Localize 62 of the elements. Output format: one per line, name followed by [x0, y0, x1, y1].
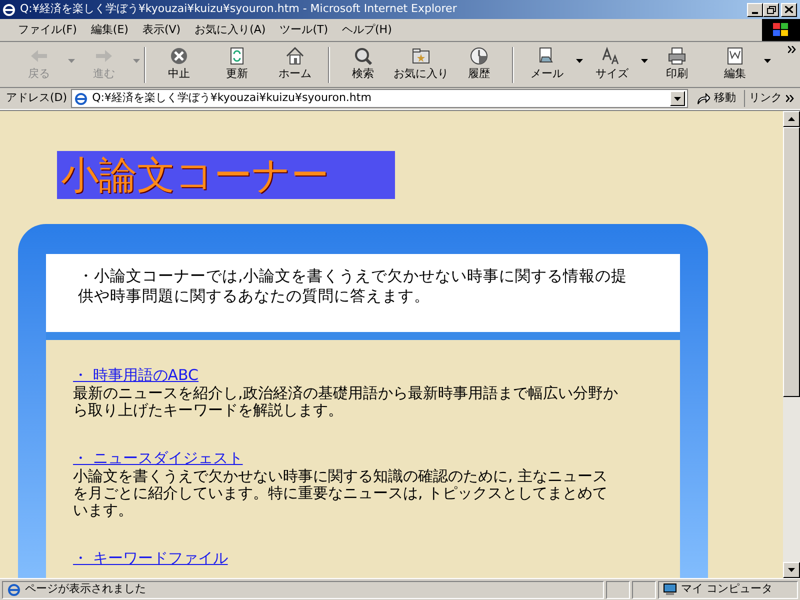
- toolbar-button[interactable]: サイズ: [583, 44, 641, 86]
- menu-item[interactable]: ツール(T): [274, 22, 334, 38]
- scroll-up-button[interactable]: [783, 111, 800, 127]
- close-button[interactable]: [781, 2, 797, 16]
- folder-star-icon: [411, 46, 431, 66]
- scrollbar[interactable]: [783, 111, 800, 578]
- toolbar-button[interactable]: 編集: [706, 44, 764, 86]
- menu-item[interactable]: 編集(E): [84, 22, 134, 38]
- window-title: Q:¥経済を楽しく学ぼう¥kyouzai¥kuizu¥syouron.htm - Microsoft Internet Explorer: [20, 1, 458, 18]
- section-description: 最新のニュースを紹介し,政治経済の基礎用語から最新時事用語まで幅広い分野から取り上げたキーワードを解説します。: [73, 385, 618, 419]
- dropdown-caret-icon[interactable]: [576, 58, 583, 62]
- dropdown-caret-icon[interactable]: [641, 58, 648, 62]
- minimize-button[interactable]: [747, 2, 763, 16]
- clock-icon: [469, 46, 489, 66]
- computer-icon: [663, 583, 677, 596]
- zone-text: マイ コンピュータ: [681, 581, 772, 598]
- status-text: ページが表示されました: [25, 581, 146, 598]
- stop-icon: [169, 46, 189, 66]
- up-arrow-icon: [788, 117, 795, 121]
- intro-text: ・小論文コーナーでは,小論文を書くうえで欠かせない時事に関する情報の提供や時事問題に関するあなたの質問に答えます。: [46, 254, 680, 332]
- browser-icon: [2, 2, 16, 16]
- status-pane: [606, 580, 630, 598]
- go-arrow-icon: [696, 92, 710, 104]
- edit-document-icon: [725, 46, 745, 66]
- section-link[interactable]: ・ キーワードファイル: [73, 549, 228, 567]
- section-link[interactable]: ・ ニュースダイジェスト: [73, 449, 243, 467]
- menu-item[interactable]: ヘルプ(H): [336, 22, 398, 38]
- search-icon: [353, 46, 373, 66]
- section-description: 小論文を書くうえで欠かせない時事に関する知識の確認のために, 主なニュースを月ごとに紹介しています。特に重要なニュースは, トピックスとしてまとめています。: [73, 468, 609, 519]
- page-icon: [74, 92, 88, 106]
- down-arrow-icon: [788, 568, 795, 572]
- menu-item[interactable]: 表示(V): [136, 22, 187, 38]
- toolbar-button[interactable]: お気に入り: [392, 44, 450, 86]
- restore-icon: [766, 6, 776, 14]
- page-icon: [7, 582, 21, 596]
- status-pane: [632, 580, 656, 598]
- home-icon: [285, 46, 305, 66]
- windows-flag-icon: [773, 23, 789, 37]
- chevron-icon[interactable]: [786, 95, 794, 102]
- section-link[interactable]: ・ 時事用語のABC: [73, 366, 199, 384]
- restore-button[interactable]: [763, 2, 779, 16]
- chevron-icon[interactable]: [788, 46, 796, 53]
- toolbar-button[interactable]: メール: [518, 44, 576, 86]
- dropdown-caret-icon[interactable]: [764, 58, 771, 62]
- toolbar-button[interactable]: ホーム: [266, 44, 324, 86]
- address-field[interactable]: Q:¥経済を楽しく学ぼう¥kyouzai¥kuizu¥syouron.htm: [71, 89, 688, 108]
- links-button[interactable]: リンク: [744, 90, 782, 107]
- toolbar-button[interactable]: 印刷: [648, 44, 706, 86]
- page-heading: 小論文コーナー: [57, 151, 395, 199]
- scroll-thumb[interactable]: [783, 127, 800, 397]
- toolbar-button[interactable]: 中止: [150, 44, 208, 86]
- close-icon: [785, 6, 793, 13]
- go-button[interactable]: 移動: [692, 90, 740, 107]
- scroll-down-button[interactable]: [783, 562, 800, 578]
- toolbar-button[interactable]: 履歴: [450, 44, 508, 86]
- minimize-icon: [752, 12, 758, 14]
- menu-item[interactable]: ファイル(F): [12, 22, 83, 38]
- menu-item[interactable]: お気に入り(A): [188, 22, 272, 38]
- toolbar-button[interactable]: 更新: [208, 44, 266, 86]
- address-label: アドレス(D): [6, 90, 68, 106]
- printer-icon: [667, 46, 687, 66]
- toolbar-button[interactable]: 検索: [334, 44, 392, 86]
